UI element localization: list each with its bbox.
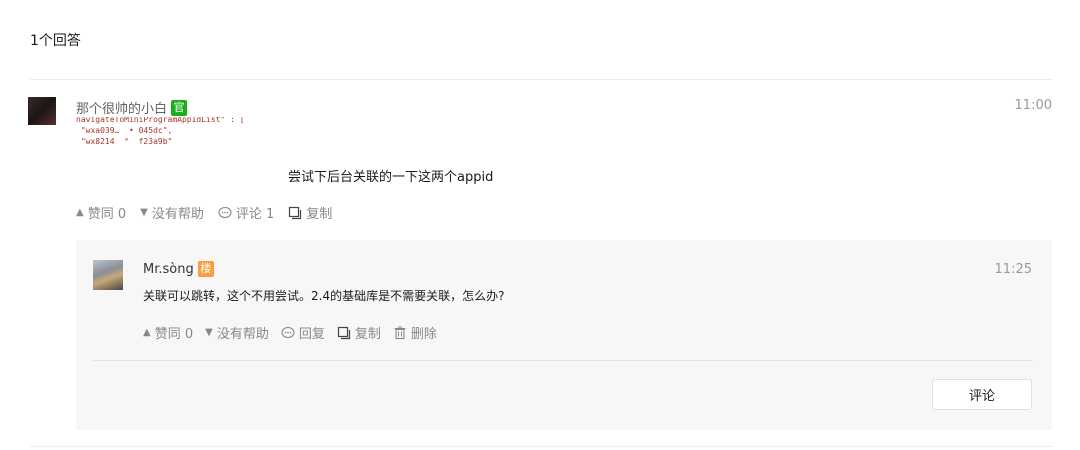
comment-label: 评论 1 bbox=[235, 207, 275, 222]
downvote-triangle-icon: ▼ bbox=[140, 207, 148, 218]
reply-delete-button[interactable]: 删除 bbox=[393, 323, 437, 342]
reply-time: 11:25 bbox=[994, 262, 1032, 277]
code-line: "wx8214 ° f23a9b" bbox=[76, 137, 173, 146]
downvote-triangle-icon: ▼ bbox=[205, 327, 213, 338]
not-helpful-label: 没有帮助 bbox=[151, 207, 204, 222]
upvote-triangle-icon: ▲ bbox=[143, 327, 151, 338]
comment-bubble-icon bbox=[281, 326, 295, 340]
reply-actions: ▲ 赞同 0 ▼ 没有帮助 回复 复制 删除 bbox=[143, 323, 437, 342]
top-divider bbox=[30, 79, 1052, 80]
upvote-label: 赞同 0 bbox=[87, 207, 127, 222]
reply-button[interactable]: 回复 bbox=[281, 323, 325, 342]
floor-owner-badge: 楼 bbox=[197, 261, 214, 277]
comment-bubble-icon bbox=[218, 206, 232, 220]
upvote-triangle-icon: ▲ bbox=[76, 207, 84, 218]
reply-copy-button[interactable]: 复制 bbox=[337, 323, 381, 342]
reply-delete-label: 删除 bbox=[410, 327, 437, 342]
copy-button[interactable]: 复制 bbox=[288, 203, 332, 222]
upvote-button[interactable]: ▲ 赞同 0 bbox=[76, 203, 126, 222]
answer-actions: ▲ 赞同 0 ▼ 没有帮助 评论 1 复制 bbox=[76, 203, 332, 222]
reply-not-helpful-button[interactable]: ▼ 没有帮助 bbox=[205, 323, 269, 342]
code-line: navigateToMiniProgramAppIdList" : [ bbox=[76, 117, 245, 124]
reply-body-text: 关联可以跳转，这个不用尝试。2.4的基础库是不需要关联，怎么办? bbox=[143, 289, 505, 303]
reply-upvote-label: 赞同 0 bbox=[154, 327, 194, 342]
answer-author-name[interactable]: 那个很帅的小白 bbox=[76, 98, 167, 117]
not-helpful-button[interactable]: ▼ 没有帮助 bbox=[140, 203, 204, 222]
copy-icon bbox=[337, 326, 351, 340]
bottom-divider bbox=[30, 446, 1052, 447]
comment-toggle-button[interactable]: 评论 1 bbox=[218, 203, 274, 222]
answer-time: 11:00 bbox=[1014, 98, 1052, 113]
reply-author-avatar[interactable] bbox=[93, 260, 123, 290]
copy-label: 复制 bbox=[306, 207, 333, 222]
reply-author: Mr.sòng 楼 bbox=[143, 261, 214, 277]
reply-label: 回复 bbox=[298, 327, 325, 342]
official-badge: 官 bbox=[171, 99, 188, 116]
reply-divider bbox=[93, 360, 1033, 361]
trash-icon bbox=[393, 325, 407, 340]
answer-author: 那个很帅的小白 官 bbox=[76, 98, 188, 117]
answer-author-avatar[interactable] bbox=[28, 97, 56, 125]
comment-button[interactable]: 评论 bbox=[932, 379, 1032, 410]
copy-icon bbox=[288, 206, 302, 220]
answer-body-text: 尝试下后台关联的一下这两个appid bbox=[288, 170, 494, 185]
reply-author-name[interactable]: Mr.sòng bbox=[143, 262, 194, 277]
code-screenshot-image[interactable]: navigateToMiniProgramAppIdList" : [ "wxa… bbox=[76, 117, 276, 165]
reply-upvote-button[interactable]: ▲ 赞同 0 bbox=[143, 323, 193, 342]
code-line: "wxa039… • 045dc", bbox=[76, 126, 173, 135]
reply-copy-label: 复制 bbox=[354, 327, 381, 342]
answer-count-heading: 1个回答 bbox=[30, 33, 81, 49]
reply-not-helpful-label: 没有帮助 bbox=[216, 327, 269, 342]
